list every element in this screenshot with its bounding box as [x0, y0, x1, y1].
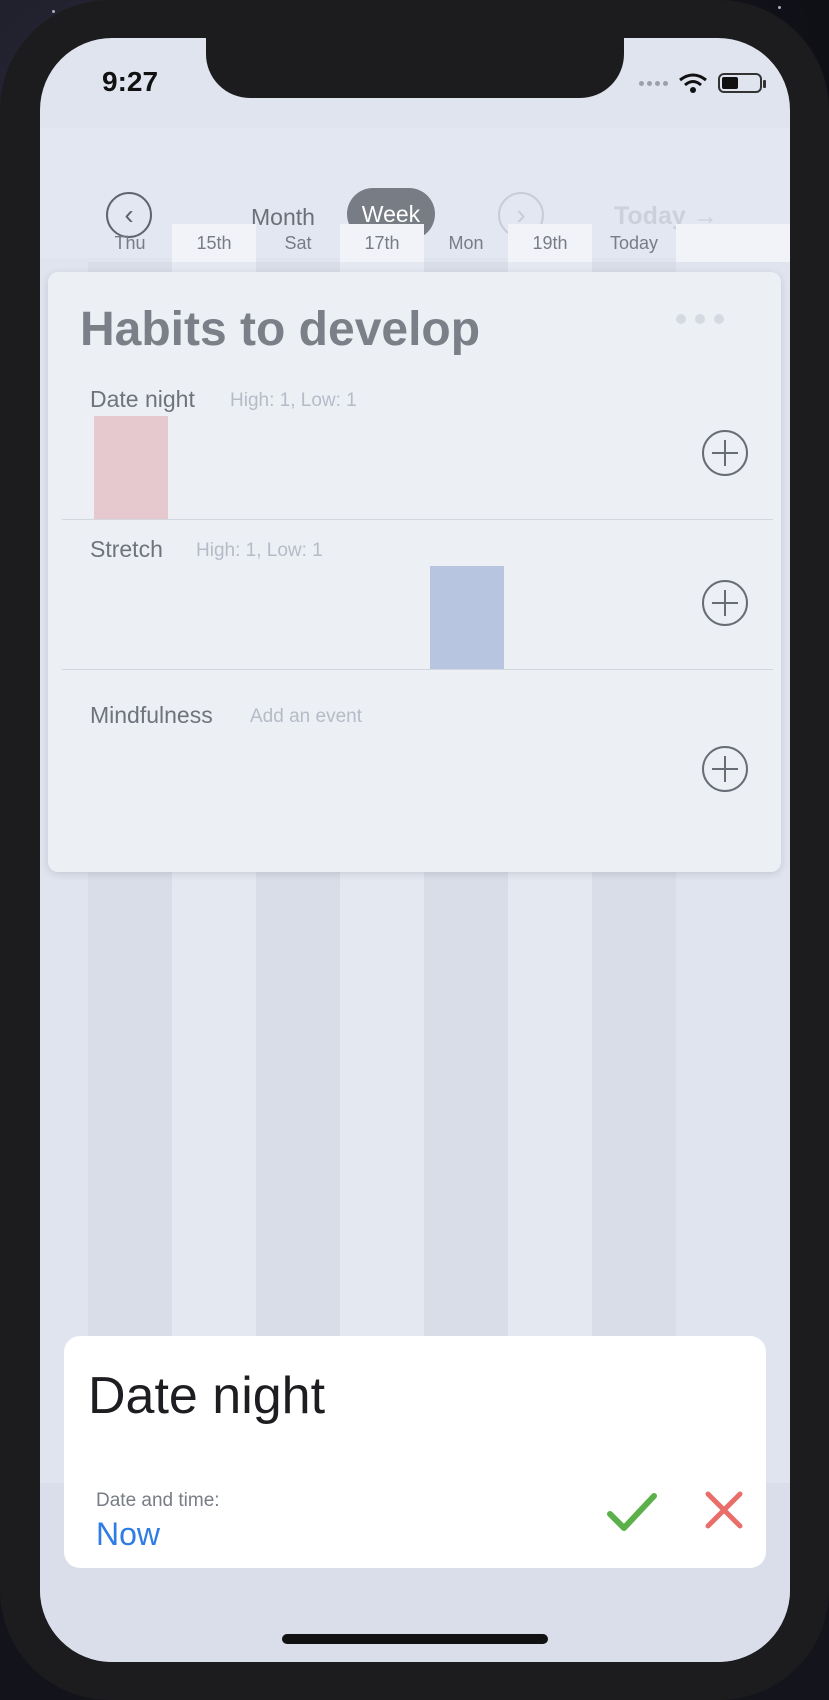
- star: [52, 10, 55, 13]
- habit-range: High: 1, Low: 1: [196, 540, 323, 561]
- status-icons: [639, 72, 766, 94]
- day-label: Thu: [114, 233, 146, 253]
- card-title: Habits to develop: [80, 303, 481, 356]
- habit-bar: [94, 416, 168, 520]
- add-event-button[interactable]: [702, 746, 748, 792]
- home-indicator: [282, 1634, 548, 1644]
- star: [778, 6, 781, 9]
- status-time: 9:27: [102, 66, 159, 97]
- habits-card: Habits to develop Date night High: 1, Lo…: [48, 272, 781, 872]
- cancel-button[interactable]: [704, 1490, 744, 1530]
- wifi-icon: [679, 73, 707, 93]
- screen: ‹ Month Week › Today → Thu 15th Sat 17th…: [40, 38, 790, 1662]
- add-event-button[interactable]: [702, 430, 748, 476]
- cellular-signal-icon: [639, 80, 668, 86]
- notch: [206, 38, 624, 98]
- add-event-button[interactable]: [702, 580, 748, 626]
- checkmark-icon: [607, 1493, 657, 1531]
- habit-name: Mindfulness: [90, 702, 213, 728]
- habit-range: High: 1, Low: 1: [230, 390, 357, 411]
- confirm-button[interactable]: [606, 1486, 658, 1538]
- day-label: Today: [609, 233, 659, 253]
- date-time-label: Date and time:: [96, 1490, 220, 1511]
- habit-name: Stretch: [90, 536, 163, 562]
- day-label: 15th: [172, 224, 256, 262]
- habit-bar: [430, 566, 504, 670]
- habit-row: Stretch High: 1, Low: 1: [48, 520, 781, 670]
- phone-frame: ‹ Month Week › Today → Thu 15th Sat 17th…: [0, 0, 829, 1700]
- habit-row: Mindfulness Add an event: [48, 670, 781, 820]
- battery-icon: [718, 73, 766, 93]
- more-options-icon[interactable]: [676, 314, 724, 324]
- sheet-title: Date night: [88, 1367, 326, 1425]
- date-time-value[interactable]: Now: [96, 1516, 160, 1553]
- add-event-sheet: Date night Date and time: Now: [64, 1336, 766, 1568]
- close-icon: [705, 1491, 743, 1529]
- habit-row: Date night High: 1, Low: 1: [48, 370, 781, 520]
- day-label: Sat: [284, 233, 312, 253]
- day-label: Mon: [448, 233, 484, 253]
- day-strip: Thu 15th Sat 17th Mon 19th Today: [88, 224, 790, 262]
- day-label: 17th: [340, 224, 424, 262]
- habit-name: Date night: [90, 386, 195, 412]
- add-event-link[interactable]: Add an event: [250, 706, 362, 728]
- day-label: 19th: [508, 224, 592, 262]
- day-strip-filler: [676, 224, 790, 262]
